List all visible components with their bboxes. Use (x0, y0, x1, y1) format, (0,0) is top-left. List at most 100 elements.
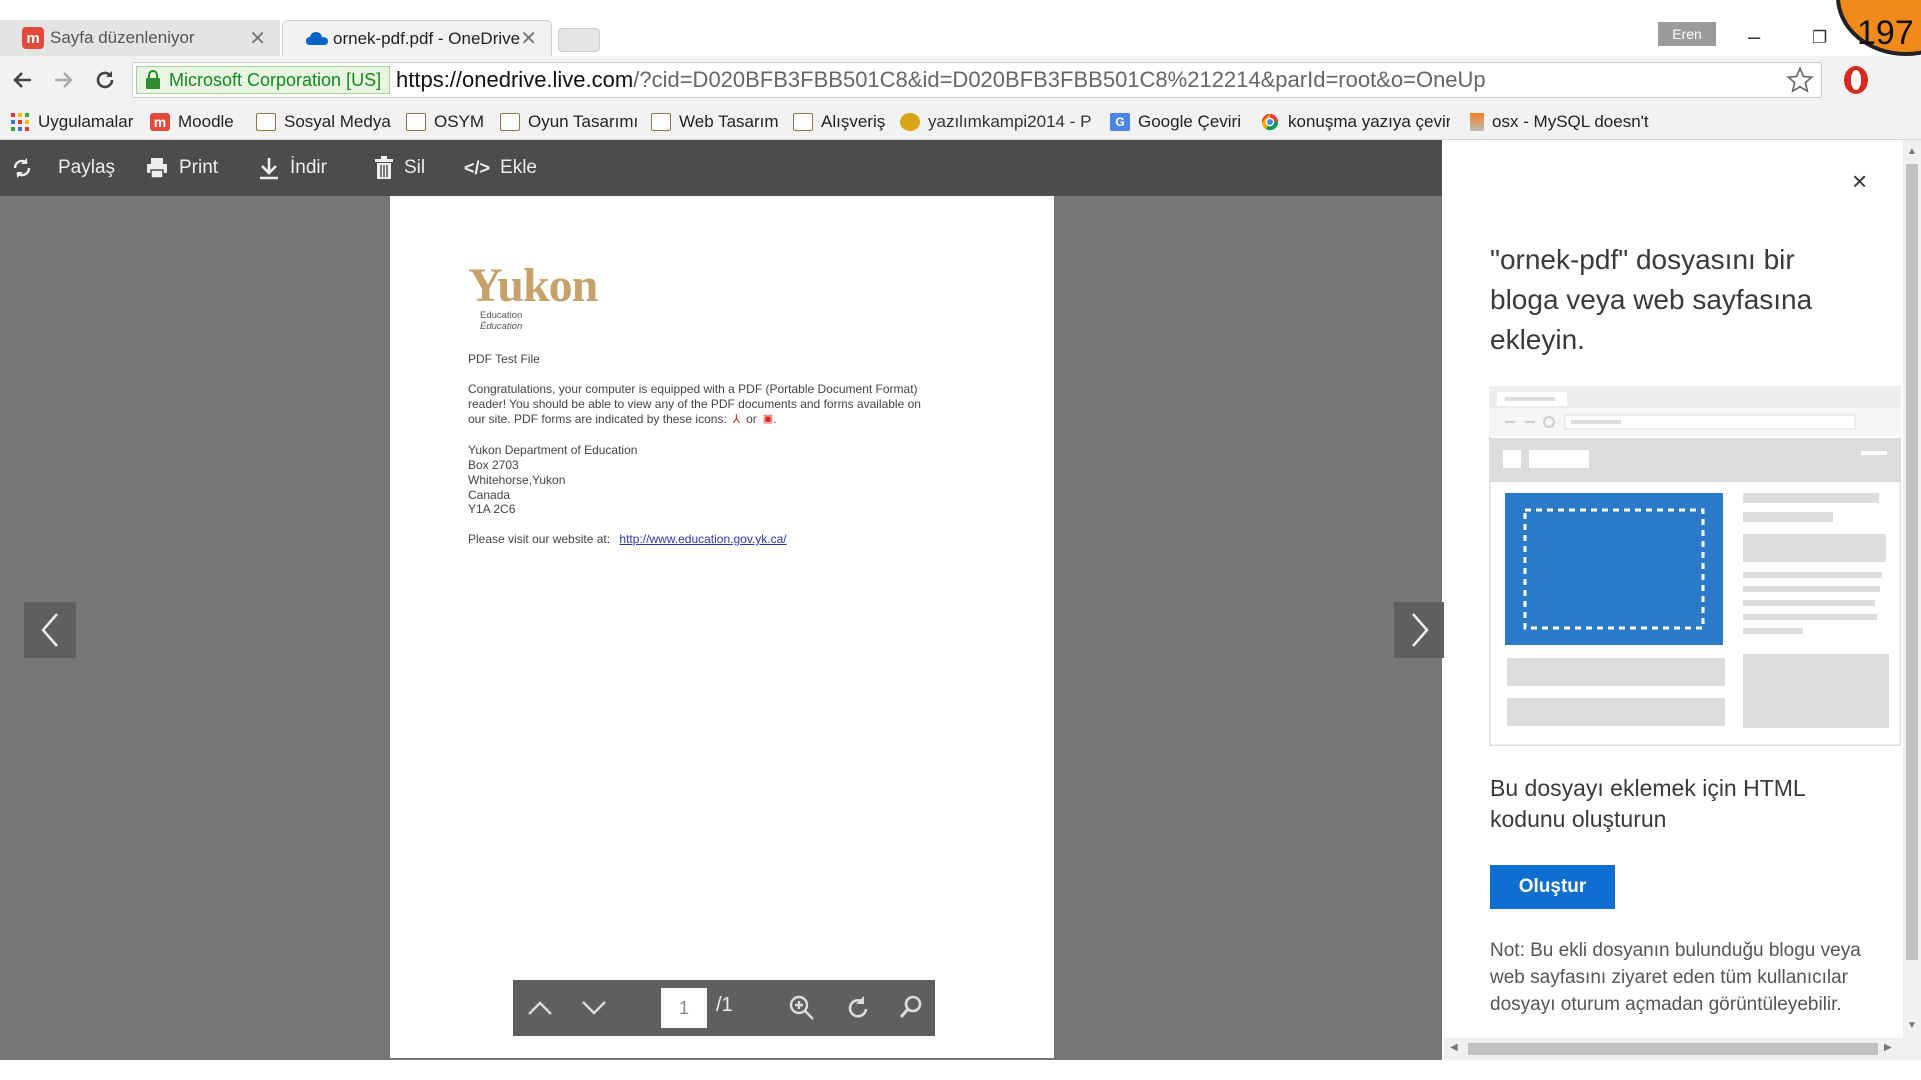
command-label: Paylaş (58, 157, 116, 178)
bookmark-label: Sosyal Medya (284, 112, 391, 131)
command-label: İndir (290, 157, 327, 178)
bookmark-moodle[interactable]: m Moodle (150, 108, 234, 136)
rotate-button[interactable] (840, 990, 876, 1026)
panel-subheading: Bu dosyayı eklemek için HTML kodunu oluş… (1490, 775, 1805, 832)
forward-icon[interactable] (48, 65, 78, 95)
print-button[interactable]: Print (145, 140, 218, 196)
minimize-icon[interactable]: – (1748, 24, 1760, 50)
overlay-counter-text: 197 (1857, 14, 1914, 52)
bookmark-web-tasarim[interactable]: Web Tasarım (651, 108, 779, 136)
back-icon[interactable] (8, 65, 38, 95)
url-domain: https://onedrive.live.com (396, 67, 634, 92)
command-label: Sil (404, 157, 426, 178)
vertical-scroll-thumb[interactable] (1906, 164, 1918, 960)
tab-title: ornek-pdf.pdf - OneDrive (333, 28, 521, 48)
previous-file-button[interactable] (24, 602, 76, 658)
pdf-body-line: reader! You should be able to view any o… (468, 397, 921, 411)
onedrive-cloud-icon (305, 28, 328, 50)
bookmark-label: Uygulamalar (38, 112, 134, 131)
bookmark-stackoverflow[interactable]: osx - MySQL doesn't (1470, 108, 1665, 136)
tab-onedrive[interactable]: ornek-pdf.pdf - OneDrive ✕ (282, 20, 552, 56)
bee-icon (900, 113, 920, 131)
bookmark-label: yazılımkampi2014 - P (928, 112, 1092, 131)
bookmark-sosyal-medya[interactable]: Sosyal Medya (256, 108, 391, 136)
download-button[interactable]: İndir (258, 140, 327, 196)
bottom-edge (0, 1060, 1921, 1080)
pdf-website-link[interactable]: http://www.education.gov.yk.ca/ (619, 532, 786, 546)
bookmark-label: Google Çeviri (1138, 112, 1241, 131)
bookmark-oyun-tasarimi[interactable]: Oyun Tasarımı (500, 108, 638, 136)
search-icon (899, 995, 922, 1018)
close-icon[interactable]: × (1852, 166, 1867, 197)
bookmark-yazilimkampi[interactable]: yazılımkampi2014 - P (900, 108, 1095, 136)
bookmark-osym[interactable]: OSYM (406, 108, 484, 136)
pdf-address-line: Canada (468, 488, 511, 502)
bookmark-label: Moodle (178, 112, 234, 131)
page-down-button[interactable] (576, 990, 612, 1026)
panel-heading: "ornek-pdf" dosyasını bir bloga veya web… (1490, 244, 1813, 355)
bookmark-label: osx - MySQL doesn't (1492, 112, 1649, 131)
bookmark-google-ceviri[interactable]: G Google Çeviri (1110, 108, 1241, 136)
next-file-button[interactable] (1394, 602, 1446, 658)
bookmark-alisveris[interactable]: Alışveriş (793, 108, 885, 136)
share-button[interactable]: Paylaş (10, 140, 115, 196)
rotate-icon (848, 996, 868, 1018)
moodle-icon: m (150, 113, 170, 131)
folder-icon (256, 113, 276, 131)
chevron-left-icon (41, 613, 58, 647)
bookmark-konusma[interactable]: konuşma yazıya çevir (1260, 108, 1450, 136)
pdf-address-line: Box 2703 (468, 458, 519, 472)
embed-code-icon: </> (464, 157, 491, 178)
panel-note: Not: Bu ekli dosyanın bulunduğu blogu ve… (1490, 940, 1861, 1015)
pdf-address-line: Y1A 2C6 (468, 502, 516, 516)
pdf-or-text: or (746, 412, 757, 426)
close-icon[interactable]: ✕ (520, 26, 537, 51)
zoom-in-button[interactable] (784, 990, 820, 1026)
zoom-in-icon (789, 995, 814, 1020)
pdf-address-line: Whitehorse,Yukon (468, 473, 566, 487)
embed-button[interactable]: </> Ekle (464, 140, 537, 196)
scroll-down-icon[interactable]: ▼ (1907, 1020, 1917, 1031)
scroll-up-icon[interactable]: ▲ (1907, 146, 1917, 157)
security-label: Microsoft Corporation [US] (169, 69, 382, 90)
bookmark-label: Oyun Tasarımı (528, 112, 639, 131)
chevron-down-icon (582, 1001, 606, 1015)
new-tab-button[interactable] (558, 28, 600, 52)
security-chip[interactable]: Microsoft Corporation [US] (136, 66, 391, 94)
tab-moodle[interactable]: m Sayfa düzenleniyor ✕ (0, 20, 280, 56)
bookmark-apps[interactable]: Uygulamalar (10, 108, 133, 136)
logo-subtitle-fr: Éducation (480, 321, 523, 332)
horizontal-scroll-thumb[interactable] (1468, 1043, 1878, 1055)
chrome-icon (1261, 113, 1279, 131)
star-icon[interactable] (1786, 66, 1814, 94)
pdf-address-line: Yukon Department of Education (468, 443, 638, 457)
embed-illustration (1489, 386, 1901, 746)
chevron-up-icon (528, 1001, 552, 1015)
page-number-input[interactable]: 1 (661, 988, 707, 1028)
chevron-right-icon (1412, 613, 1429, 647)
delete-button[interactable]: Sil (374, 140, 425, 196)
scroll-left-icon[interactable]: ◀ (1450, 1042, 1458, 1053)
horizontal-scrollbar[interactable]: ◀ ▶ (1444, 1038, 1921, 1060)
bookmark-label: Web Tasarım (679, 112, 779, 131)
pdf-visit-text: Please visit our website at: (468, 532, 611, 546)
scroll-right-icon[interactable]: ▶ (1884, 1042, 1892, 1053)
profile-badge[interactable]: Eren (1658, 22, 1716, 46)
pdf-form-icon: ▣ (762, 413, 774, 425)
url-text[interactable]: https://onedrive.live.com/?cid=D020BFB3F… (396, 65, 1486, 95)
command-label: Ekle (500, 157, 537, 178)
close-icon[interactable]: ✕ (249, 26, 266, 51)
opera-extension-icon[interactable] (1842, 64, 1870, 96)
generate-button[interactable]: Oluştur (1490, 865, 1615, 909)
page-up-button[interactable] (522, 990, 558, 1026)
apps-grid-icon (11, 113, 29, 131)
search-button[interactable] (893, 990, 929, 1026)
print-icon (147, 158, 167, 179)
vertical-scrollbar[interactable]: ▲ ▼ (1903, 140, 1921, 1038)
pdf-title: PDF Test File (468, 352, 540, 366)
stackoverflow-icon (1470, 113, 1484, 131)
bookmark-label: OSYM (434, 112, 485, 131)
restore-icon[interactable]: ❐ (1812, 28, 1827, 48)
reload-icon[interactable] (90, 65, 120, 95)
page-total: /1 (716, 994, 733, 1016)
